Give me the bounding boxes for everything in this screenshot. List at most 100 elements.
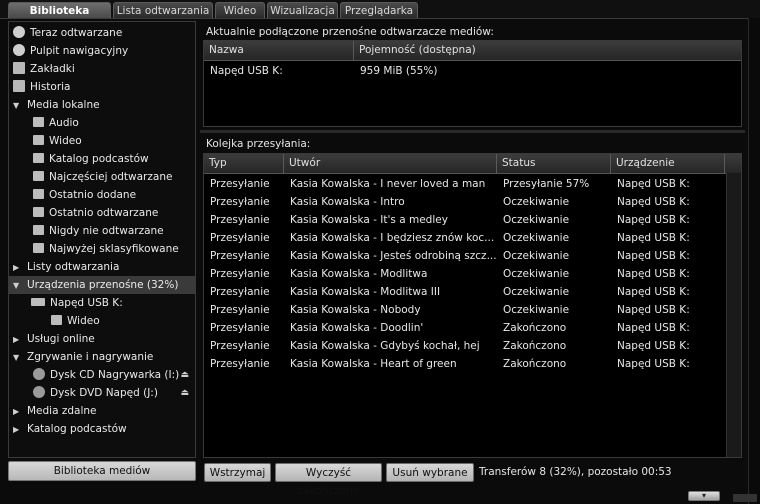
tree-item-audio[interactable]: Audio xyxy=(33,114,79,132)
tree-item-portable-devices[interactable]: ▼ Urządzenia przenośne (32%) xyxy=(9,276,195,294)
film-icon xyxy=(33,135,44,145)
row-status: Oczekiwanie xyxy=(503,286,570,298)
transfer-status: Transferów 8 (32%), pozostało 00:53 xyxy=(479,466,672,478)
history-icon xyxy=(13,80,25,92)
tab-video[interactable]: Wideo xyxy=(215,2,265,18)
tree-item-never-played[interactable]: Nigdy nie odtwarzane xyxy=(33,222,164,240)
row-track: Kasia Kowalska - Heart of green xyxy=(290,358,457,370)
collapsed-arrow-icon[interactable]: ▶ xyxy=(13,331,23,349)
tree-item-video[interactable]: Wideo xyxy=(33,132,82,150)
tree-item-online-services[interactable]: ▶ Usługi online xyxy=(13,330,95,348)
tab-media-library[interactable]: Biblioteka mediów xyxy=(8,2,111,33)
tree-item-usb-drive[interactable]: Napęd USB K: xyxy=(31,294,123,312)
tab-bar: Biblioteka mediów Lista odtwarzania Wide… xyxy=(0,0,760,33)
column-header-device[interactable]: Urządzenie xyxy=(611,154,725,173)
table-row[interactable]: Przesyłanie Kasia Kowalska - Nobody Oczeki… xyxy=(204,301,725,319)
row-type: Przesyłanie xyxy=(210,268,270,280)
table-row[interactable]: Przesyłanie Kasia Kowalska - Gdybyś kocha… xyxy=(204,337,725,355)
row-status: Zakończono xyxy=(503,358,567,370)
expanded-arrow-icon[interactable]: ▼ xyxy=(13,97,23,115)
library-tree[interactable]: Teraz odtwarzane Pulpit nawigacyjny Zakł… xyxy=(8,21,196,458)
tree-item-bookmarks[interactable]: Zakładki xyxy=(13,60,75,78)
table-row[interactable]: Przesyłanie Kasia Kowalska - I never love… xyxy=(204,175,725,193)
row-device: Napęd USB K: xyxy=(617,340,690,352)
table-row[interactable]: Napęd USB K: 959 MiB (55%) xyxy=(204,62,741,80)
vertical-scrollbar[interactable] xyxy=(726,173,741,457)
transfer-queue-table[interactable]: Typ Utwór Status Urządzenie Przesyłanie K… xyxy=(203,153,742,458)
row-type: Przesyłanie xyxy=(210,322,270,334)
row-track: Kasia Kowalska - Gdybyś kochał, hej xyxy=(290,340,480,352)
collapse-button[interactable]: ▾ xyxy=(688,491,720,501)
tree-item-history[interactable]: Historia xyxy=(13,78,71,96)
media-library-button[interactable]: Biblioteka mediów xyxy=(8,461,196,481)
column-header-track[interactable]: Utwór xyxy=(284,154,497,173)
tab-playlist[interactable]: Lista odtwarzania xyxy=(113,2,213,18)
table-row[interactable]: Przesyłanie Kasia Kowalska - Heart of gre… xyxy=(204,355,725,373)
table-row[interactable]: Przesyłanie Kasia Kowalska - It's a medle… xyxy=(204,211,725,229)
row-device: Napęd USB K: xyxy=(617,304,690,316)
expanded-arrow-icon[interactable]: ▼ xyxy=(13,277,23,295)
tree-item-now-playing[interactable]: Teraz odtwarzane xyxy=(13,24,122,42)
row-type: Przesyłanie xyxy=(210,232,270,244)
resize-grip-icon[interactable] xyxy=(733,494,757,502)
list-icon xyxy=(33,171,44,181)
collapsed-arrow-icon[interactable]: ▶ xyxy=(13,403,23,421)
tree-item-recently-played[interactable]: Ostatnio odtwarzane xyxy=(33,204,158,222)
collapsed-arrow-icon[interactable]: ▶ xyxy=(13,259,23,277)
row-status: Oczekiwanie xyxy=(503,304,570,316)
devices-header: Nazwa Pojemność (dostępna) xyxy=(204,41,741,61)
table-row[interactable]: Przesyłanie Kasia Kowalska - I będziesz z… xyxy=(204,229,725,247)
usb-drive-icon xyxy=(31,298,45,306)
column-header-status[interactable]: Status xyxy=(497,154,611,173)
tree-item-podcast-directory[interactable]: Katalog podcastów xyxy=(33,150,149,168)
podcast-icon xyxy=(33,153,44,163)
tree-item-playlists[interactable]: ▶ Listy odtwarzania xyxy=(13,258,119,276)
list-icon xyxy=(33,243,44,253)
tree-item-podcast-directory-root[interactable]: ▶ Katalog podcastów xyxy=(13,420,127,438)
tree-item-remote-media[interactable]: ▶ Media zdalne xyxy=(13,402,97,420)
table-row[interactable]: Przesyłanie Kasia Kowalska - Modlitwa Ocze… xyxy=(204,265,725,283)
tree-item-device-video[interactable]: Wideo xyxy=(51,312,100,330)
devices-title: Aktualnie podłączone przenośne odtwarzac… xyxy=(206,26,494,38)
row-track: Kasia Kowalska - Jesteś odrobiną szcz... xyxy=(290,250,497,262)
tree-item-most-played[interactable]: Najczęściej odtwarzane xyxy=(33,168,172,186)
tree-item-cd-burner[interactable]: Dysk CD Nagrywarka (I:) ⏏ xyxy=(33,366,195,384)
column-header-name[interactable]: Nazwa xyxy=(204,41,354,60)
device-name: Napęd USB K: xyxy=(210,65,283,77)
row-type: Przesyłanie xyxy=(210,214,270,226)
collapsed-arrow-icon[interactable]: ▶ xyxy=(13,421,23,439)
eject-icon[interactable]: ⏏ xyxy=(180,366,189,384)
tree-item-local-media[interactable]: ▼ Media lokalne xyxy=(13,96,100,114)
tree-item-recently-added[interactable]: Ostatnio dodane xyxy=(33,186,136,204)
row-track: Kasia Kowalska - I będziesz znów koc... xyxy=(290,232,495,244)
tree-item-rip-burn[interactable]: ▼ Zgrywanie i nagrywanie xyxy=(13,348,153,366)
row-device: Napęd USB K: xyxy=(617,268,690,280)
row-device: Napęd USB K: xyxy=(617,286,690,298)
table-row[interactable]: Przesyłanie Kasia Kowalska - Intro Oczekiw… xyxy=(204,193,725,211)
tree-item-top-rated[interactable]: Najwyżej sklasyfikowane xyxy=(33,240,179,258)
row-type: Przesyłanie xyxy=(210,340,270,352)
tab-visualization[interactable]: Wizualizacja xyxy=(267,2,338,18)
tree-item-dashboard[interactable]: Pulpit nawigacyjny xyxy=(13,42,128,60)
table-row[interactable]: Przesyłanie Kasia Kowalska - Jesteś odrob… xyxy=(204,247,725,265)
row-type: Przesyłanie xyxy=(210,178,270,190)
row-type: Przesyłanie xyxy=(210,286,270,298)
clear-completed-button[interactable]: Wyczyść zakończone xyxy=(275,463,382,497)
tree-item-dvd-drive[interactable]: Dysk DVD Napęd (J:) ⏏ xyxy=(33,384,195,402)
eject-icon[interactable]: ⏏ xyxy=(180,384,189,402)
column-header-type[interactable]: Typ xyxy=(204,154,284,173)
row-device: Napęd USB K: xyxy=(617,196,690,208)
devices-table[interactable]: Nazwa Pojemność (dostępna) Napęd USB K: … xyxy=(203,40,742,127)
tab-browser[interactable]: Przeglądarka xyxy=(340,2,418,18)
list-icon xyxy=(33,207,44,217)
column-header-capacity[interactable]: Pojemność (dostępna) xyxy=(354,41,741,60)
pause-button[interactable]: Wstrzymaj xyxy=(204,463,271,482)
remove-selected-button[interactable]: Usuń wybrane xyxy=(386,463,474,482)
expanded-arrow-icon[interactable]: ▼ xyxy=(13,349,23,367)
row-device: Napęd USB K: xyxy=(617,322,690,334)
table-row[interactable]: Przesyłanie Kasia Kowalska - Doodlin' Zako… xyxy=(204,319,725,337)
table-row[interactable]: Przesyłanie Kasia Kowalska - Modlitwa III… xyxy=(204,283,725,301)
row-track: Kasia Kowalska - I never loved a man xyxy=(290,178,486,190)
row-status: Oczekiwanie xyxy=(503,214,570,226)
panel-splitter[interactable] xyxy=(200,130,745,133)
